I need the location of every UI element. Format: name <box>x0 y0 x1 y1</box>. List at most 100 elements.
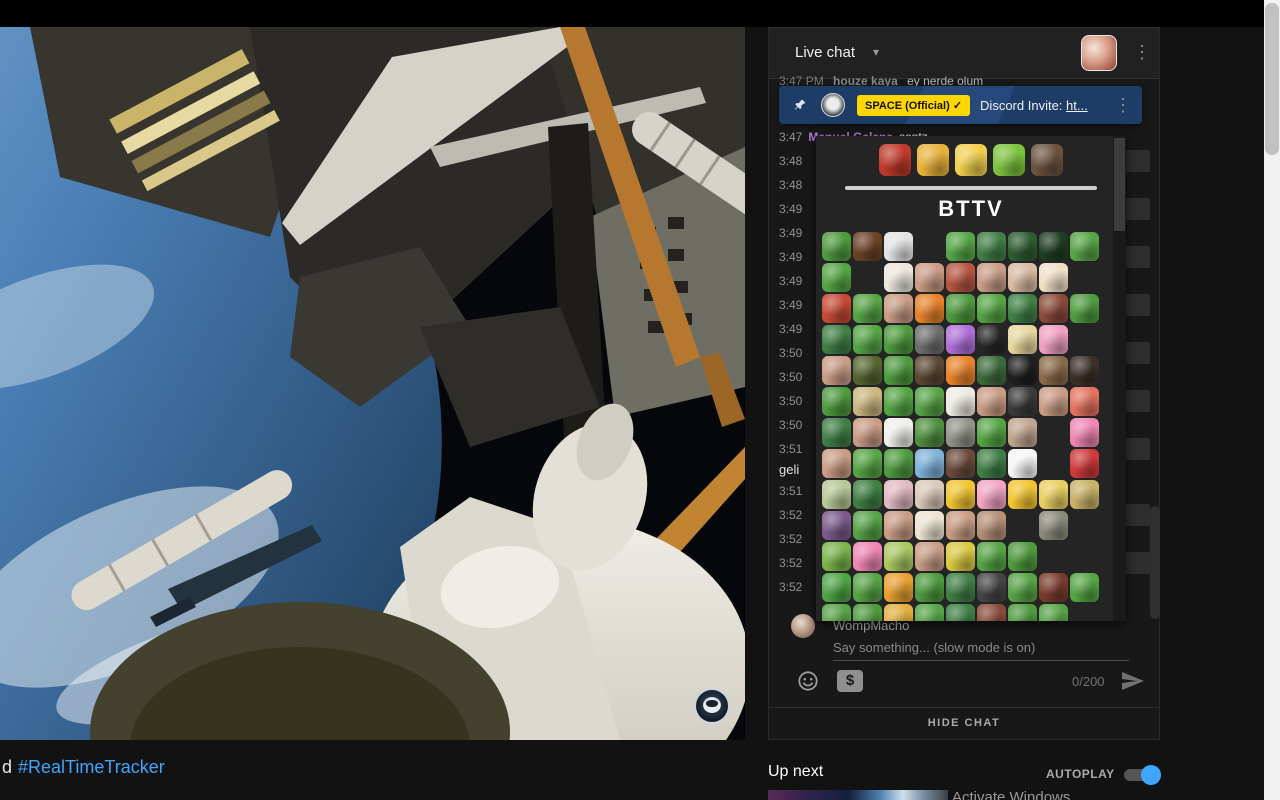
bttv-emote[interactable] <box>1070 356 1099 385</box>
bttv-emote[interactable] <box>946 449 975 478</box>
chat-scrollbar-thumb[interactable] <box>1150 506 1160 619</box>
bttv-emote[interactable] <box>853 387 882 416</box>
bttv-emote[interactable] <box>946 604 975 621</box>
bttv-emote[interactable] <box>1008 449 1037 478</box>
bttv-emote[interactable] <box>884 263 913 292</box>
bttv-emote[interactable] <box>853 232 882 261</box>
bttv-emote[interactable] <box>822 232 851 261</box>
pinned-kebab-icon[interactable]: ⋮ <box>1114 96 1132 114</box>
up-next-thumbnail[interactable] <box>768 790 948 800</box>
bttv-emote[interactable] <box>884 232 913 261</box>
bttv-emote[interactable] <box>915 604 944 621</box>
bttv-emote[interactable] <box>884 542 913 571</box>
bttv-emote[interactable] <box>946 263 975 292</box>
superchat-dollar-icon[interactable]: $ <box>837 670 863 692</box>
bttv-emote[interactable] <box>822 573 851 602</box>
bttv-emote[interactable] <box>822 511 851 540</box>
bttv-emote[interactable] <box>915 418 944 447</box>
bttv-emote[interactable] <box>1070 418 1099 447</box>
bttv-emote[interactable] <box>884 604 913 621</box>
hide-chat-button[interactable]: HIDE CHAT <box>769 717 1159 729</box>
recent-emote[interactable] <box>1031 144 1063 176</box>
bttv-emote[interactable] <box>1008 232 1037 261</box>
bttv-emote[interactable] <box>915 294 944 323</box>
bttv-emote[interactable] <box>884 511 913 540</box>
recent-emote[interactable] <box>917 144 949 176</box>
bttv-emote[interactable] <box>1039 263 1068 292</box>
bttv-emote[interactable] <box>853 480 882 509</box>
bttv-emote[interactable] <box>884 356 913 385</box>
bttv-emote[interactable] <box>946 418 975 447</box>
bttv-emote[interactable] <box>1039 604 1068 621</box>
video-hashtag-link[interactable]: #RealTimeTracker <box>18 757 165 777</box>
bttv-emote[interactable] <box>946 294 975 323</box>
bttv-emote[interactable] <box>1070 449 1099 478</box>
bttv-emote[interactable] <box>822 356 851 385</box>
bttv-emote[interactable] <box>1008 480 1037 509</box>
browser-scrollbar[interactable] <box>1264 0 1280 800</box>
bttv-emote[interactable] <box>884 449 913 478</box>
bttv-emote[interactable] <box>1008 418 1037 447</box>
bttv-emote[interactable] <box>1039 387 1068 416</box>
user-avatar[interactable] <box>1081 35 1117 71</box>
bttv-emote[interactable] <box>1070 573 1099 602</box>
bttv-emote[interactable] <box>853 294 882 323</box>
pinned-message-banner[interactable]: SPACE (Official) ✓ Discord Invite: ht...… <box>779 86 1142 124</box>
bttv-emote[interactable] <box>977 449 1006 478</box>
picker-scrollbar[interactable] <box>1113 136 1126 621</box>
bttv-emote[interactable] <box>822 418 851 447</box>
bttv-emote[interactable] <box>1070 480 1099 509</box>
bttv-emote[interactable] <box>977 418 1006 447</box>
bttv-emote[interactable] <box>915 356 944 385</box>
chat-input[interactable]: Say something... (slow mode is on) <box>833 636 1129 661</box>
chevron-down-icon[interactable]: ▾ <box>873 45 879 59</box>
bttv-emote[interactable] <box>853 573 882 602</box>
bttv-emote[interactable] <box>822 542 851 571</box>
bttv-emote[interactable] <box>853 356 882 385</box>
bttv-emote[interactable] <box>822 294 851 323</box>
bttv-emote[interactable] <box>977 604 1006 621</box>
bttv-emote[interactable] <box>822 325 851 354</box>
bttv-emote[interactable] <box>915 325 944 354</box>
bttv-emote[interactable] <box>884 480 913 509</box>
bttv-emote[interactable] <box>977 325 1006 354</box>
bttv-emote[interactable] <box>1008 325 1037 354</box>
bttv-emote[interactable] <box>884 325 913 354</box>
bttv-emote[interactable] <box>915 480 944 509</box>
bttv-emote[interactable] <box>946 573 975 602</box>
bttv-emote[interactable] <box>977 573 1006 602</box>
bttv-emote[interactable] <box>977 294 1006 323</box>
channel-watermark-logo[interactable] <box>694 688 730 724</box>
bttv-emote[interactable] <box>977 232 1006 261</box>
bttv-emote[interactable] <box>1008 604 1037 621</box>
chat-mode-selector[interactable]: Live chat <box>795 44 855 61</box>
bttv-emote[interactable] <box>977 387 1006 416</box>
bttv-emote[interactable] <box>946 356 975 385</box>
bttv-emote[interactable] <box>977 356 1006 385</box>
bttv-emote[interactable] <box>822 604 851 621</box>
bttv-emote[interactable] <box>1039 325 1068 354</box>
bttv-emote[interactable] <box>1039 232 1068 261</box>
bttv-emote[interactable] <box>884 418 913 447</box>
bttv-emote[interactable] <box>1008 387 1037 416</box>
bttv-emote[interactable] <box>884 294 913 323</box>
bttv-emote[interactable] <box>915 387 944 416</box>
emoji-picker-icon[interactable] <box>797 670 819 692</box>
bttv-emote[interactable] <box>1008 356 1037 385</box>
bttv-emote[interactable] <box>853 542 882 571</box>
bttv-emote[interactable] <box>915 449 944 478</box>
bttv-emote[interactable] <box>1008 573 1037 602</box>
picker-scrollbar-thumb[interactable] <box>1114 138 1125 231</box>
bttv-emote[interactable] <box>1008 542 1037 571</box>
bttv-emote[interactable] <box>884 387 913 416</box>
bttv-emote[interactable] <box>915 263 944 292</box>
bttv-emote[interactable] <box>946 511 975 540</box>
autoplay-toggle-knob[interactable] <box>1141 765 1161 785</box>
bttv-emote[interactable] <box>915 511 944 540</box>
bttv-emote[interactable] <box>884 573 913 602</box>
bttv-emote[interactable] <box>1039 511 1068 540</box>
bttv-emote[interactable] <box>1039 573 1068 602</box>
browser-scrollbar-thumb[interactable] <box>1265 3 1279 155</box>
bttv-emote[interactable] <box>1070 387 1099 416</box>
bttv-emote[interactable] <box>853 418 882 447</box>
